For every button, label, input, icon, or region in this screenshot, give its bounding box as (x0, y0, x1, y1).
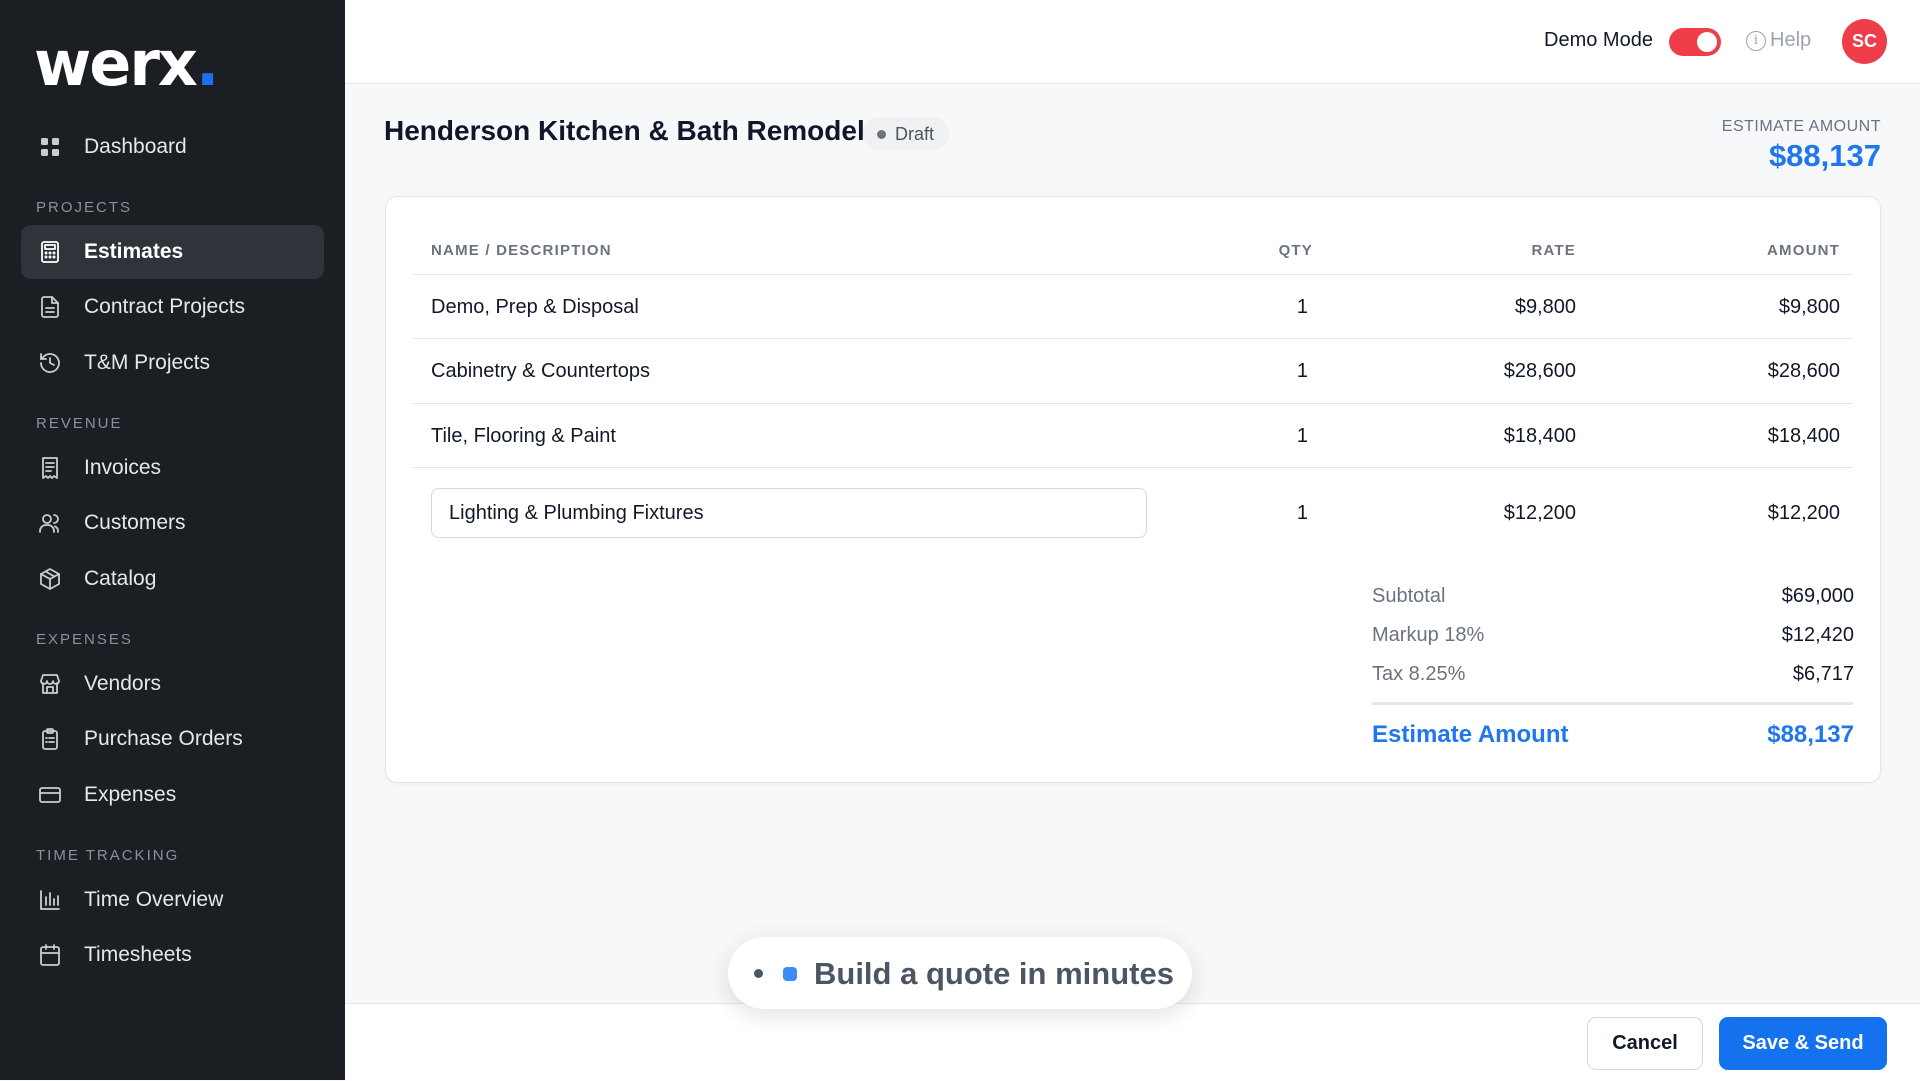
markup-label: Markup 18% (1372, 624, 1485, 646)
demo-mode-toggle[interactable] (1669, 28, 1721, 56)
receipt-icon (37, 455, 63, 481)
calculator-icon (37, 239, 63, 265)
toast-dot-icon (754, 969, 763, 978)
help-label: Help (1770, 29, 1812, 51)
sidebar-item-label: Vendors (84, 672, 162, 695)
help-link[interactable]: i Help (1746, 29, 1811, 52)
sidebar-item-label: Catalog (84, 567, 157, 590)
row-amount: $9,800 (1778, 296, 1840, 318)
divider (413, 274, 1853, 275)
user-avatar[interactable]: SC (1842, 19, 1887, 64)
description-input[interactable] (431, 488, 1147, 538)
credit-card-icon (37, 782, 63, 808)
cancel-button[interactable]: Cancel (1587, 1017, 1703, 1070)
total-label: Estimate Amount (1372, 721, 1569, 748)
row-rate[interactable]: $9,800 (1515, 296, 1576, 319)
sidebar-item-label: T&M Projects (84, 351, 211, 374)
row-amount: $12,200 (1767, 502, 1840, 524)
row-rate[interactable]: $28,600 (1504, 360, 1576, 383)
markup-value: $12,420 (1781, 624, 1854, 646)
divider (413, 403, 1853, 404)
sidebar-item-customers[interactable]: Customers (21, 496, 324, 550)
grid-icon (37, 134, 63, 160)
total-value: $88,137 (1767, 721, 1854, 748)
toggle-knob (1697, 32, 1717, 52)
sidebar-item-label: Invoices (84, 456, 162, 479)
status-badge: Draft (863, 117, 950, 151)
row-qty[interactable]: 1 (1297, 360, 1308, 383)
history-icon (37, 350, 63, 376)
subtotal-label: Subtotal (1372, 585, 1446, 607)
column-header-amount: AMOUNT (1766, 242, 1840, 259)
clipboard-icon (37, 726, 63, 752)
sidebar-item-tm-projects[interactable]: T&M Projects (21, 336, 324, 390)
tax-label: Tax 8.25% (1372, 663, 1466, 685)
users-icon (37, 510, 63, 536)
document-icon (37, 294, 63, 320)
row-name[interactable]: Tile, Flooring & Paint (431, 425, 616, 448)
estimate-card: NAME / DESCRIPTION QTY RATE AMOUNT Demo,… (385, 196, 1881, 783)
column-header-qty: QTY (1278, 242, 1313, 259)
bar-chart-icon (37, 887, 63, 913)
store-icon (37, 671, 63, 697)
sidebar-item-invoices[interactable]: Invoices (21, 441, 324, 495)
section-label-time-tracking: TIME TRACKING (36, 847, 180, 864)
sidebar-item-label: Dashboard (84, 135, 187, 158)
status-dot (877, 129, 886, 139)
row-qty[interactable]: 1 (1297, 502, 1308, 525)
top-bar: Demo Mode i Help SC (345, 0, 1920, 84)
save-and-send-button[interactable]: Save & Send (1719, 1017, 1887, 1070)
status-label: Draft (895, 123, 935, 144)
estimate-amount-label: ESTIMATE AMOUNT (1721, 118, 1881, 135)
row-name[interactable]: Cabinetry & Countertops (431, 360, 650, 383)
row-amount: $18,400 (1767, 425, 1840, 447)
section-label-projects: PROJECTS (36, 199, 133, 216)
bottom-action-bar: Cancel Save & Send (345, 1003, 1920, 1081)
sidebar-item-label: Time Overview (84, 888, 224, 911)
demo-mode-label: Demo Mode (1544, 29, 1653, 51)
sidebar-item-estimates[interactable]: Estimates (21, 225, 324, 279)
toast-banner: Build a quote in minutes (728, 937, 1192, 1009)
toast-square-icon (783, 967, 797, 981)
sidebar: werx. Dashboard PROJECTS Estimates Contr… (0, 0, 345, 1080)
sidebar-item-vendors[interactable]: Vendors (21, 657, 324, 711)
row-rate[interactable]: $18,400 (1504, 425, 1576, 448)
werx-logo[interactable]: werx. (34, 26, 219, 102)
sidebar-item-label: Expenses (84, 783, 177, 806)
row-qty[interactable]: 1 (1297, 425, 1308, 448)
sidebar-item-contract-projects[interactable]: Contract Projects (21, 280, 324, 334)
column-header-name: NAME / DESCRIPTION (431, 242, 612, 259)
sidebar-item-label: Purchase Orders (84, 727, 243, 750)
total-divider (1372, 702, 1853, 705)
row-amount: $28,600 (1767, 360, 1840, 382)
sidebar-item-time-overview[interactable]: Time Overview (21, 873, 324, 927)
divider (413, 338, 1853, 339)
sidebar-item-purchase-orders[interactable]: Purchase Orders (21, 712, 324, 766)
sidebar-item-label: Customers (84, 511, 186, 534)
calendar-icon (37, 942, 63, 968)
sidebar-item-label: Contract Projects (84, 295, 246, 318)
subtotal-value: $69,000 (1781, 585, 1854, 607)
page-title: Henderson Kitchen & Bath Remodel (384, 115, 865, 146)
divider (413, 467, 1853, 468)
sidebar-item-label: Estimates (84, 240, 184, 263)
info-icon: i (1746, 30, 1766, 51)
column-header-rate: RATE (1531, 242, 1576, 259)
section-label-revenue: REVENUE (36, 415, 123, 432)
row-rate[interactable]: $12,200 (1504, 502, 1576, 525)
sidebar-item-catalog[interactable]: Catalog (21, 552, 324, 606)
sidebar-item-expenses[interactable]: Expenses (21, 768, 324, 822)
box-icon (37, 566, 63, 592)
row-qty[interactable]: 1 (1297, 296, 1308, 319)
sidebar-item-dashboard[interactable]: Dashboard (21, 120, 324, 174)
tax-value: $6,717 (1792, 663, 1854, 685)
sidebar-item-label: Timesheets (84, 943, 192, 966)
estimate-amount-value: $88,137 (1768, 138, 1881, 173)
sidebar-item-timesheets[interactable]: Timesheets (21, 928, 324, 982)
toast-message: Build a quote in minutes (814, 956, 1174, 991)
section-label-expenses: EXPENSES (36, 631, 133, 648)
row-name[interactable]: Demo, Prep & Disposal (431, 296, 639, 319)
